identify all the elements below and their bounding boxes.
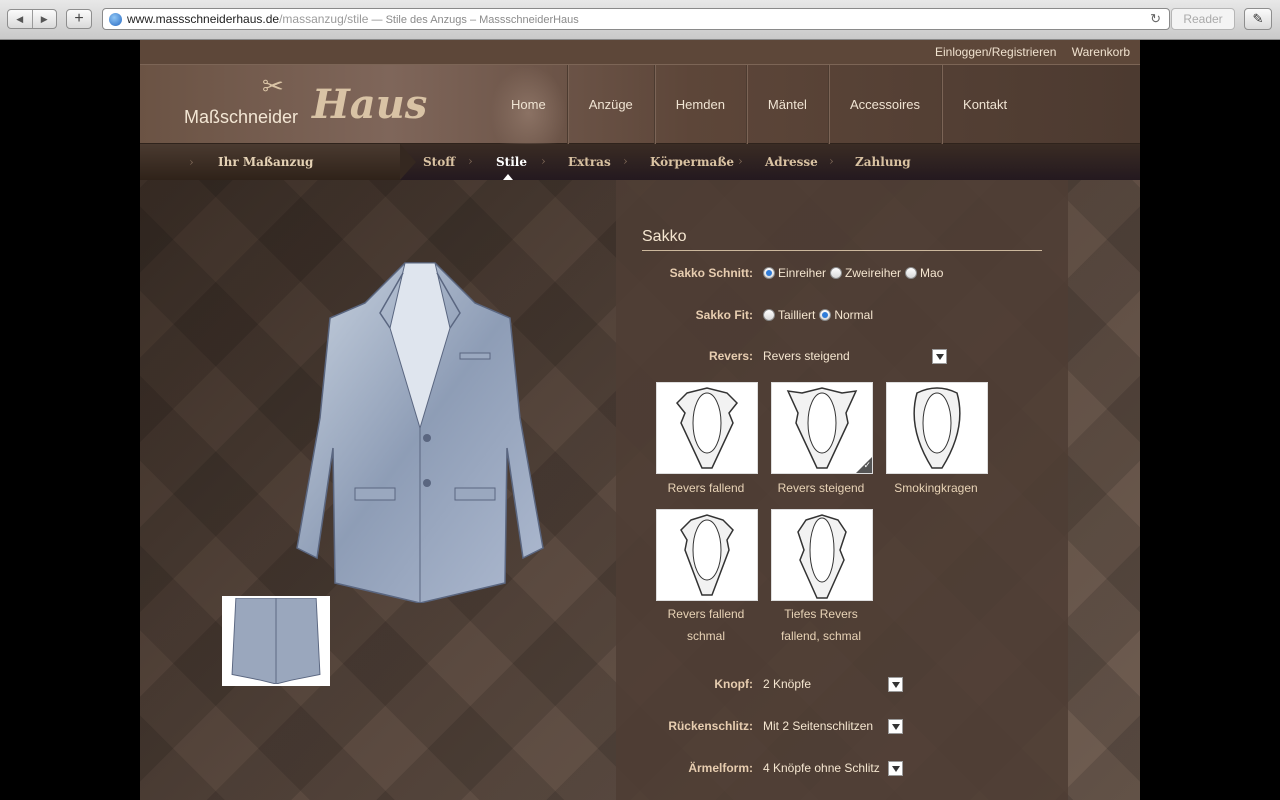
lapel-tile-tiefes-revers[interactable]	[771, 509, 873, 601]
radio-zweireiher[interactable]	[830, 267, 843, 279]
site-header: ✂ Maßschneider Haus Home Anzüge Hemden M…	[140, 64, 1140, 145]
lapel-revers-fallend-schmal-image	[680, 514, 734, 596]
lapel-tile-revers-fallend-schmal[interactable]	[656, 509, 758, 601]
sakko-schnitt-label: Sakko Schnitt:	[669, 266, 753, 280]
forward-icon[interactable]: ▶	[33, 10, 57, 28]
option-tailliert[interactable]: Tailliert	[778, 308, 815, 322]
reader-button[interactable]: Reader	[1171, 8, 1235, 30]
lapel-caption-line: Revers fallend	[667, 607, 745, 621]
page-title: — Stile des Anzugs – MassschneiderHaus	[368, 14, 579, 26]
sakko-schnitt-options: Einreiher Zweireiher Mao	[763, 266, 947, 280]
lapel-caption-line: Tiefes Revers	[784, 607, 858, 621]
nav-home[interactable]: Home	[490, 65, 568, 145]
radio-tailliert[interactable]	[763, 309, 775, 321]
lapel-revers-fallend-image	[675, 387, 739, 469]
radio-einreiher[interactable]	[763, 267, 775, 279]
logo-text-small: Maßschneider	[184, 107, 299, 127]
option-zweireiher[interactable]: Zweireiher	[845, 266, 901, 280]
chevron-right-icon: ›	[541, 154, 546, 168]
lapel-caption: Revers fallend	[667, 481, 745, 495]
nav-anzuege[interactable]: Anzüge	[568, 65, 655, 145]
lapel-tile-revers-fallend[interactable]	[656, 382, 758, 474]
jacket-back-image	[224, 598, 328, 684]
nav-hemden[interactable]: Hemden	[655, 65, 747, 145]
lapel-tile-smokingkragen[interactable]	[886, 382, 988, 474]
chevron-right-icon: ›	[738, 154, 743, 168]
knopf-label: Knopf:	[714, 677, 753, 691]
revers-label: Revers:	[708, 349, 753, 363]
option-einreiher[interactable]: Einreiher	[778, 266, 826, 280]
extension-icon[interactable]: ✎	[1244, 8, 1272, 30]
style-options-panel: Sakko Sakko Schnitt: Einreiher Zweireihe…	[616, 180, 1068, 800]
radio-mao[interactable]	[905, 267, 918, 279]
chevron-down-icon[interactable]	[888, 677, 903, 692]
step-zahlung[interactable]: Zahlung	[855, 155, 911, 169]
step-stoff[interactable]: Stoff	[423, 155, 455, 169]
reload-icon[interactable]: ↻	[1150, 9, 1161, 29]
preview-area	[140, 180, 616, 800]
chevron-down-icon[interactable]	[888, 761, 903, 776]
breadcrumb-root-label: Ihr Maßanzug	[218, 155, 314, 169]
lapel-caption: Revers steigend	[777, 481, 865, 495]
sakko-fit-options: Tailliert Normal	[763, 308, 877, 322]
rueckenschlitz-select[interactable]: Mit 2 Seitenschlitzen	[763, 719, 873, 735]
logo-text-big: Haus	[312, 81, 428, 128]
main-navigation: Home Anzüge Hemden Mäntel Accessoires Ko…	[490, 65, 1028, 145]
chevron-right-icon: ›	[189, 155, 194, 169]
step-koerpermasse[interactable]: Körpermaße	[650, 155, 734, 169]
radio-normal[interactable]	[819, 309, 832, 321]
scissors-icon: ✂	[262, 71, 284, 101]
chevron-down-icon[interactable]	[932, 349, 947, 364]
step-stile[interactable]: Stile	[496, 155, 527, 169]
site-wrapper: Einloggen/Registrieren Warenkorb ✂ Maßsc…	[140, 40, 1140, 800]
knopf-select[interactable]: 2 Knöpfe	[763, 677, 811, 693]
selected-check-icon: ✓	[856, 457, 872, 473]
url-host: www.massschneiderhaus.de	[127, 12, 280, 26]
rueckenschlitz-label: Rückenschlitz:	[668, 719, 753, 733]
chevron-right-icon: ›	[623, 154, 628, 168]
lapel-caption: Revers fallend schmal	[641, 603, 771, 647]
url-path: /massanzug/stile	[279, 12, 369, 26]
lapel-caption: Smokingkragen	[894, 481, 978, 495]
account-bar: Einloggen/Registrieren Warenkorb	[140, 40, 1140, 64]
step-breadcrumb-root: › Ihr Maßanzug	[140, 144, 416, 180]
back-icon[interactable]: ◀	[8, 10, 33, 28]
configurator-content: Sakko Sakko Schnitt: Einreiher Zweireihe…	[140, 180, 1140, 800]
revers-select[interactable]: Revers steigend	[763, 349, 850, 365]
nav-accessoires[interactable]: Accessoires	[829, 65, 943, 145]
step-extras[interactable]: Extras	[568, 155, 611, 169]
jacket-preview-image	[296, 262, 544, 603]
lapel-smokingkragen-image	[913, 387, 961, 469]
globe-icon	[109, 13, 122, 26]
chevron-right-icon: ›	[468, 154, 473, 168]
aermelform-label: Ärmelform:	[688, 761, 753, 775]
chevron-down-icon[interactable]	[888, 719, 903, 734]
lapel-caption: Tiefes Revers fallend, schmal	[756, 603, 886, 647]
lapel-caption-line: schmal	[686, 629, 725, 643]
back-view-thumbnail[interactable]	[222, 596, 330, 686]
browser-toolbar: ◀ ▶ + www.massschneiderhaus.de/massanzug…	[0, 0, 1280, 40]
cart-link[interactable]: Warenkorb	[1072, 45, 1130, 59]
history-buttons: ◀ ▶	[7, 9, 57, 29]
address-bar[interactable]: www.massschneiderhaus.de/massanzug/stile…	[102, 8, 1170, 30]
login-link[interactable]: Einloggen/Registrieren	[935, 45, 1056, 59]
sakko-fit-label: Sakko Fit:	[695, 308, 753, 322]
chevron-right-icon: ›	[829, 154, 834, 168]
add-bookmark-button[interactable]: +	[66, 9, 92, 29]
configurator-steps: › Ihr Maßanzug Stoff › Stile › Extras › …	[140, 144, 1140, 180]
lapel-tiefes-revers-image	[797, 514, 847, 599]
lapel-caption-line: fallend, schmal	[780, 629, 862, 643]
panel-title: Sakko	[642, 228, 1042, 251]
option-normal[interactable]: Normal	[834, 308, 873, 322]
lapel-tile-revers-steigend[interactable]: ✓	[771, 382, 873, 474]
option-mao[interactable]: Mao	[920, 266, 943, 280]
aermelform-select[interactable]: 4 Knöpfe ohne Schlitz	[763, 761, 880, 777]
nav-maentel[interactable]: Mäntel	[747, 65, 829, 145]
nav-kontakt[interactable]: Kontakt	[942, 65, 1028, 145]
step-adresse[interactable]: Adresse	[765, 155, 818, 169]
